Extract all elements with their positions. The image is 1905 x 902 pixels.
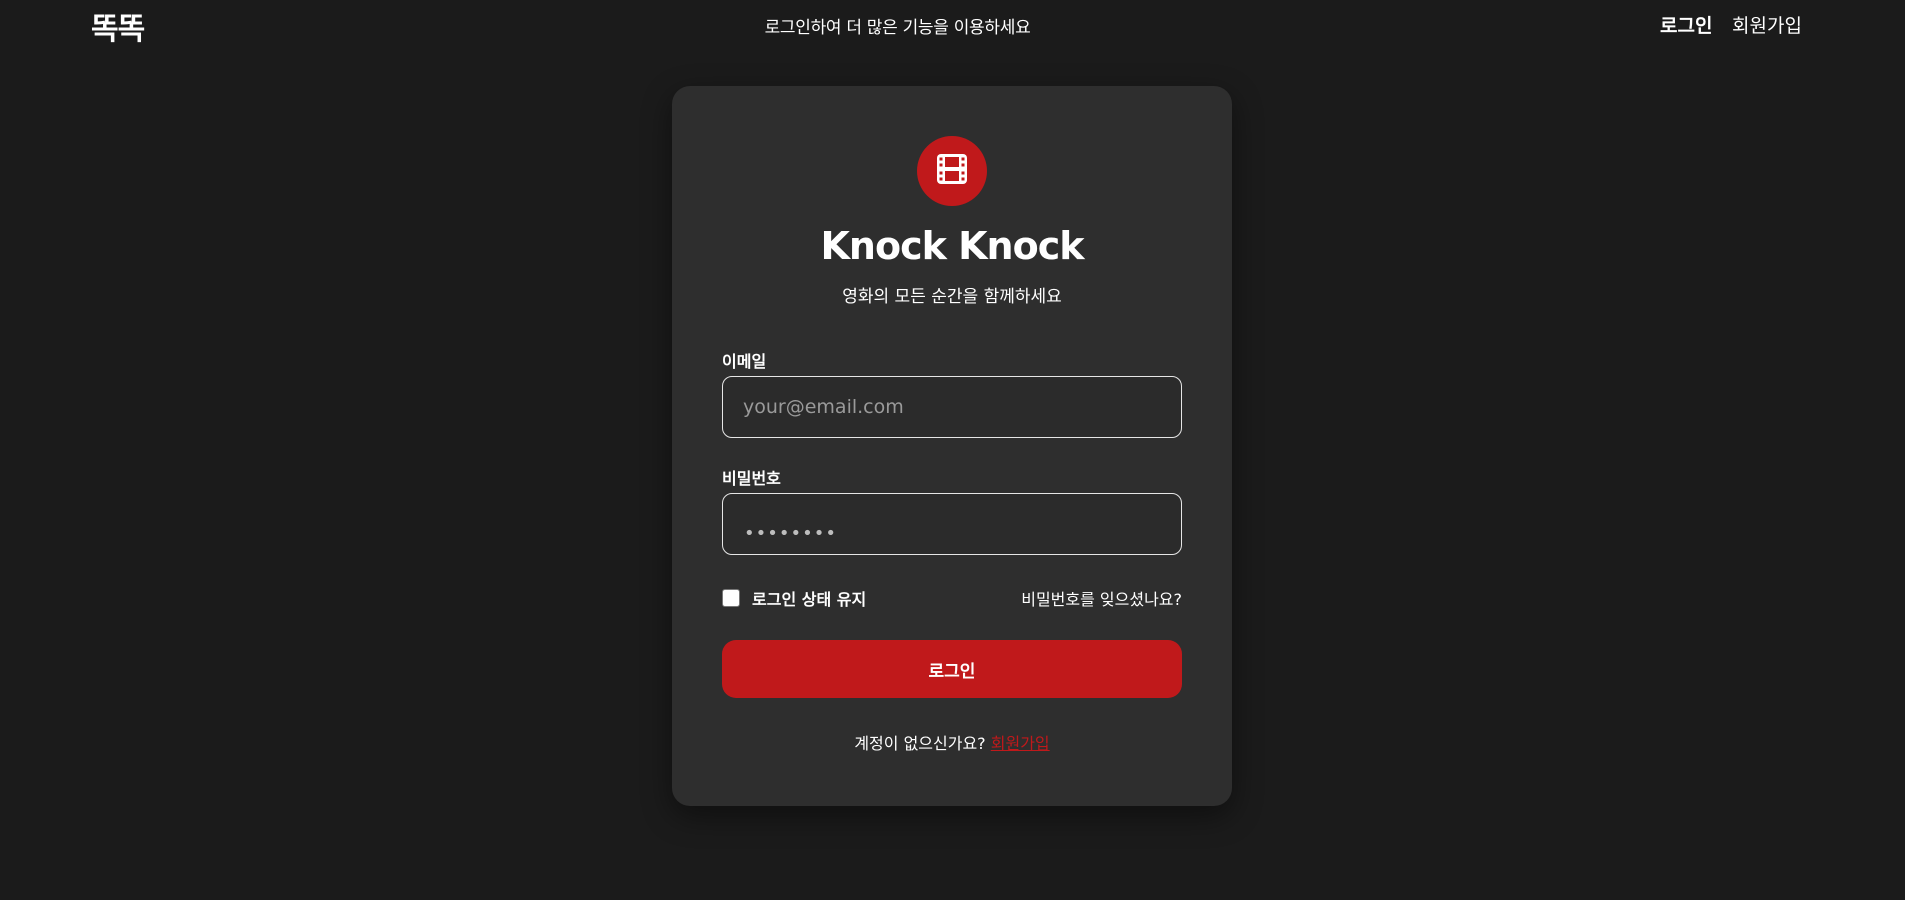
brand-subtitle: 영화의 모든 순간을 함께하세요 [842,287,1062,307]
remember-me-option[interactable]: 로그인 상태 유지 [722,586,866,610]
login-button-label: 로그인 [928,661,976,682]
no-account-text: 계정이 없으신가요? [854,734,986,753]
login-card: Knock Knock 영화의 모든 순간을 함께하세요 이메일 비밀번호 ••… [672,86,1232,806]
password-label: 비밀번호 [722,469,781,488]
email-input[interactable] [722,376,1182,438]
brand-title: Knock Knock [820,224,1084,268]
login-button[interactable]: 로그인 [722,640,1182,698]
forgot-password-link[interactable]: 비밀번호를 잊으셨나요? [1021,586,1182,610]
remember-me-checkbox[interactable] [722,589,740,607]
password-input[interactable] [722,493,1182,555]
nav-signup-link[interactable]: 회원가입 [1732,11,1802,38]
nav-login-link[interactable]: 로그인 [1660,11,1712,38]
brand-badge [917,136,987,206]
top-navigation-bar: 똑똑 로그인하여 더 많은 기능을 이용하세요 로그인 회원가입 [0,0,1905,50]
login-page: 똑똑 로그인하여 더 많은 기능을 이용하세요 로그인 회원가입 Knock K… [0,0,1905,900]
email-label: 이메일 [722,352,767,371]
header-message: 로그인하여 더 많은 기능을 이용하세요 [764,18,1031,38]
film-icon [934,151,970,191]
signup-prompt: 계정이 없으신가요? 회원가입 [672,730,1232,754]
remember-me-label: 로그인 상태 유지 [752,590,867,609]
signup-link[interactable]: 회원가입 [991,734,1050,753]
